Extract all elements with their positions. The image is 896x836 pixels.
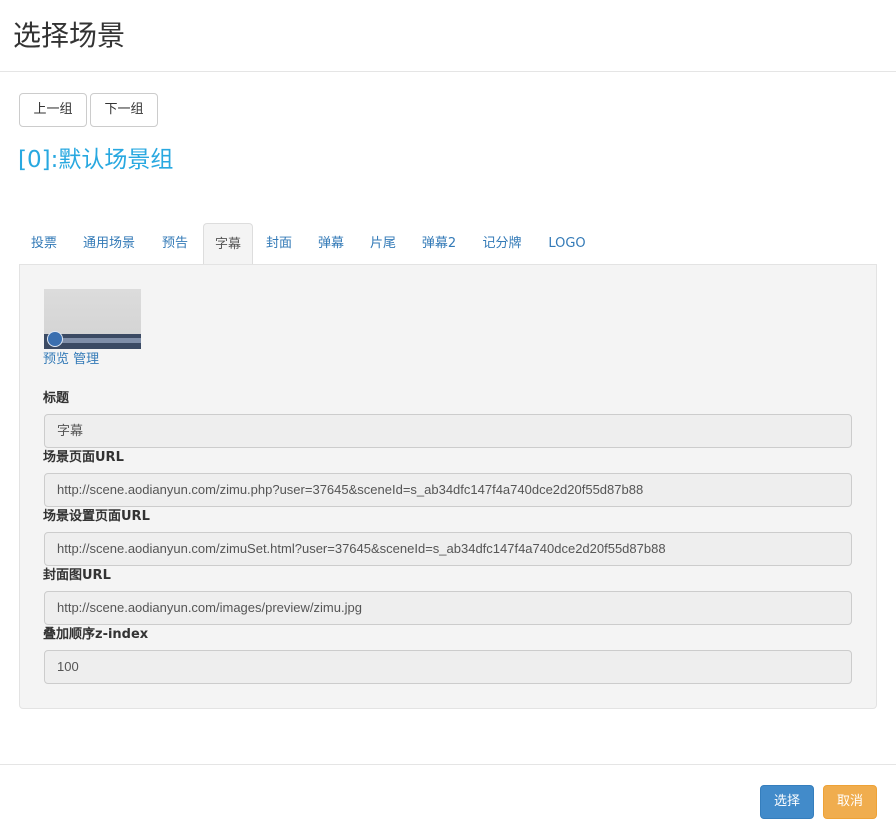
title-label: 标题 bbox=[43, 391, 70, 406]
group-title: [0]:默认场景组 bbox=[18, 147, 174, 173]
tab-logo[interactable]: LOGO bbox=[541, 223, 593, 265]
scene-tabs: 投票 通用场景 预告 字幕 封面 弹幕 片尾 弹幕2 记分牌 LOGO bbox=[19, 223, 877, 266]
page-url-field[interactable]: http://scene.aodianyun.com/zimu.php?user… bbox=[44, 473, 852, 507]
settings-url-label: 场景设置页面URL bbox=[43, 509, 150, 524]
title-field[interactable]: 字幕 bbox=[44, 414, 852, 448]
modal-header: 选择场景 bbox=[0, 0, 896, 72]
z-index-label: 叠加顺序z-index bbox=[43, 627, 149, 642]
next-group-button[interactable]: 下一组 bbox=[90, 93, 158, 127]
tab-general-scene[interactable]: 通用场景 bbox=[74, 223, 144, 265]
prev-group-button[interactable]: 上一组 bbox=[19, 93, 87, 127]
cancel-button[interactable]: 取消 bbox=[823, 785, 877, 819]
modal-footer: 选择 取消 bbox=[0, 764, 896, 836]
scene-thumbnail bbox=[44, 289, 141, 349]
cover-url-field[interactable]: http://scene.aodianyun.com/images/previe… bbox=[44, 591, 852, 625]
manage-link[interactable]: 管理 bbox=[73, 352, 99, 367]
tab-ending[interactable]: 片尾 bbox=[360, 223, 406, 265]
tab-scoreboard[interactable]: 记分牌 bbox=[475, 223, 529, 265]
tab-panel-subtitle: 预览 管理 标题 字幕 场景页面URL http://scene.aodiany… bbox=[19, 264, 877, 709]
scene-links: 预览 管理 bbox=[43, 351, 99, 369]
thumbnail-logo-icon bbox=[47, 331, 63, 347]
tab-preview[interactable]: 预告 bbox=[152, 223, 198, 265]
cover-url-label: 封面图URL bbox=[43, 568, 111, 583]
preview-link[interactable]: 预览 bbox=[43, 352, 69, 367]
page-url-label: 场景页面URL bbox=[43, 450, 124, 465]
tab-danmaku[interactable]: 弹幕 bbox=[308, 223, 354, 265]
settings-url-field[interactable]: http://scene.aodianyun.com/zimuSet.html?… bbox=[44, 532, 852, 566]
tab-danmaku2[interactable]: 弹幕2 bbox=[414, 223, 464, 265]
modal-title: 选择场景 bbox=[13, 19, 126, 52]
select-button[interactable]: 选择 bbox=[760, 785, 814, 819]
z-index-field[interactable]: 100 bbox=[44, 650, 852, 684]
thumbnail-subtitle-text bbox=[54, 338, 141, 343]
tab-vote[interactable]: 投票 bbox=[19, 223, 69, 265]
tab-cover[interactable]: 封面 bbox=[256, 223, 302, 265]
tab-subtitle[interactable]: 字幕 bbox=[203, 223, 253, 266]
